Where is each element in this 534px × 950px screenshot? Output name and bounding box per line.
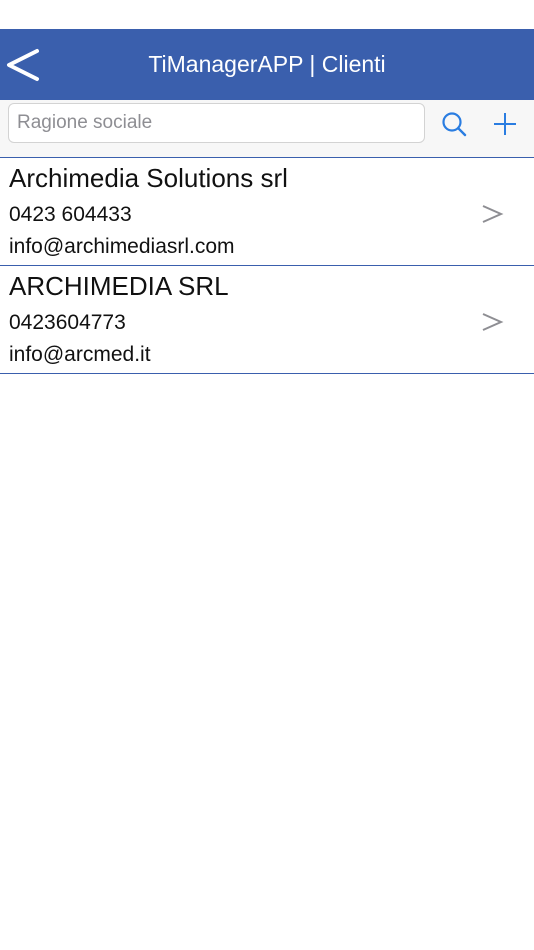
client-phone: 0423604773	[9, 311, 126, 334]
plus-icon	[494, 113, 516, 135]
client-list-item[interactable]: ARCHIMEDIA SRL 0423604773 info@arcmed.it	[0, 266, 534, 374]
client-name: Archimedia Solutions srl	[9, 163, 288, 193]
client-list-item[interactable]: Archimedia Solutions srl 0423 604433 inf…	[0, 158, 534, 266]
client-list: Archimedia Solutions srl 0423 604433 inf…	[0, 158, 534, 374]
search-bar	[0, 100, 534, 158]
client-name: ARCHIMEDIA SRL	[9, 271, 229, 301]
search-input[interactable]	[8, 103, 425, 143]
page-title: TiManagerAPP | Clienti	[148, 51, 386, 77]
search-icon	[442, 112, 467, 137]
status-bar	[0, 0, 534, 29]
client-email: info@arcmed.it	[9, 343, 151, 366]
add-client-button[interactable]	[491, 110, 519, 138]
chevron-right-icon	[482, 205, 504, 223]
client-phone: 0423 604433	[9, 203, 132, 226]
search-button[interactable]	[440, 110, 468, 138]
client-email: info@archimediasrl.com	[9, 235, 235, 258]
chevron-right-icon	[482, 313, 504, 331]
navigation-bar: TiManagerAPP | Clienti	[0, 29, 534, 100]
